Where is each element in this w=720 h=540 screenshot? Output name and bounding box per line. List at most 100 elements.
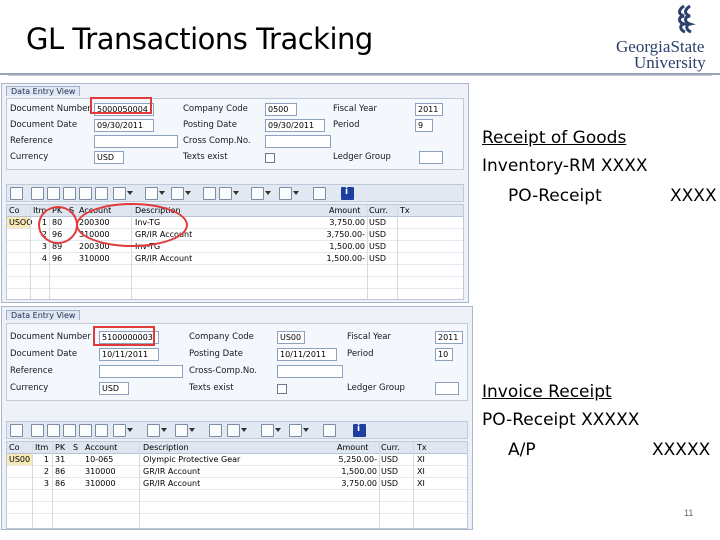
select-all-icon[interactable] [31,424,44,437]
col-co[interactable]: Co [9,442,19,453]
sum-dropdown-icon[interactable] [161,428,167,432]
col-itm[interactable]: Itm [35,442,48,453]
cross-comp-field[interactable] [265,135,331,148]
receipt-goods-heading: Receipt of Goods [482,128,627,148]
sort-ascending-icon[interactable] [79,187,92,200]
period-field[interactable]: 9 [415,119,433,132]
document-date-field[interactable]: 09/30/2011 [94,119,154,132]
col-curr[interactable]: Curr. [369,205,388,216]
col-divider [413,442,414,528]
find-icon[interactable] [63,187,76,200]
document-date-field[interactable]: 10/11/2011 [99,348,159,361]
display-dropdown-icon[interactable] [241,428,247,432]
layout-icon[interactable] [279,187,292,200]
currency-field[interactable]: USD [94,151,124,164]
texts-exist-checkbox[interactable] [265,153,275,163]
table-row[interactable]: US00 1 31 10-065 Olympic Protective Gear… [7,454,467,466]
fiscal-year-field[interactable]: 2011 [435,331,463,344]
info-icon[interactable] [353,424,366,437]
ledger-group-field[interactable] [435,382,459,395]
export-icon[interactable] [261,424,274,437]
reference-label: Reference [10,136,53,146]
export-dropdown-icon[interactable] [275,428,281,432]
graphic-icon[interactable] [313,187,326,200]
cell-curr: USD [369,230,387,239]
sum-icon[interactable] [147,424,160,437]
cross-comp-field[interactable] [277,365,343,378]
export-dropdown-icon[interactable] [265,191,271,195]
deselect-all-icon[interactable] [47,187,60,200]
sort-ascending-icon[interactable] [79,424,92,437]
select-all-icon[interactable] [31,187,44,200]
details-icon[interactable] [10,424,23,437]
display-icon[interactable] [219,187,232,200]
posting-date-field[interactable]: 10/11/2011 [277,348,337,361]
cell-curr: USD [381,455,399,464]
reference-field[interactable] [94,135,178,148]
subtotal-icon[interactable] [175,424,188,437]
graphic-icon[interactable] [323,424,336,437]
company-code-field[interactable]: 0500 [265,103,297,116]
col-description[interactable]: Description [143,442,189,453]
col-tx[interactable]: Tx [400,205,410,216]
page-number: 11 [684,508,694,518]
col-co[interactable]: Co [9,205,19,216]
table-row[interactable]: 3 86 310000 GR/IR Account 3,750.00 USD X… [7,478,467,490]
table-row[interactable]: 4 96 310000 GR/IR Account 1,500.00- USD [7,253,463,265]
posting-date-field[interactable]: 09/30/2011 [265,119,325,132]
filter-icon[interactable] [113,424,126,437]
filter-dropdown-icon[interactable] [127,191,133,195]
print-icon[interactable] [203,187,216,200]
layout-icon[interactable] [289,424,302,437]
deselect-all-icon[interactable] [47,424,60,437]
reference-field[interactable] [99,365,183,378]
fiscal-year-field[interactable]: 2011 [415,103,443,116]
find-icon[interactable] [63,424,76,437]
col-s[interactable]: S [73,442,78,453]
ledger-group-field[interactable] [419,151,443,164]
cross-comp-label: Cross Comp.No. [183,136,251,146]
table-row-empty [7,502,467,514]
data-entry-view-tab[interactable]: Data Entry View [6,86,81,97]
sort-descending-icon[interactable] [95,424,108,437]
subtotal-dropdown-icon[interactable] [189,428,195,432]
col-pk[interactable]: PK [55,442,65,453]
col-amount[interactable]: Amount [337,442,368,453]
period-field[interactable]: 10 [435,348,453,361]
col-divider [397,205,398,299]
subtotal-icon[interactable] [171,187,184,200]
filter-dropdown-icon[interactable] [127,428,133,432]
cell-co: USOO [7,217,33,228]
info-icon[interactable] [341,187,354,200]
sum-dropdown-icon[interactable] [159,191,165,195]
col-account[interactable]: Account [85,442,117,453]
currency-field[interactable]: USD [99,382,129,395]
cell-amount: 1,500.00 [329,242,365,251]
cell-tx: XI [417,479,425,488]
subtotal-dropdown-icon[interactable] [185,191,191,195]
data-entry-view-tab[interactable]: Data Entry View [6,310,81,321]
export-icon[interactable] [251,187,264,200]
details-icon[interactable] [10,187,23,200]
table-row[interactable]: 3 89 200300 Inv-TG 1,500.00 USD [7,241,463,253]
layout-dropdown-icon[interactable] [293,191,299,195]
col-amount[interactable]: Amount [329,205,360,216]
invoice-receipt-heading: Invoice Receipt [482,382,612,402]
print-icon[interactable] [209,424,222,437]
cell-amount: 5,250.00- [338,455,377,464]
display-icon[interactable] [227,424,240,437]
layout-dropdown-icon[interactable] [303,428,309,432]
filter-icon[interactable] [113,187,126,200]
document-number-label: Document Number [10,104,91,114]
flame-icon [678,4,696,34]
company-code-field[interactable]: US00 [277,331,305,344]
sum-icon[interactable] [145,187,158,200]
display-dropdown-icon[interactable] [233,191,239,195]
sort-descending-icon[interactable] [95,187,108,200]
texts-exist-checkbox[interactable] [277,384,287,394]
cell-itm: 4 [41,254,47,263]
col-tx[interactable]: Tx [417,442,427,453]
cell-itm: 1 [43,455,49,464]
table-row[interactable]: 2 86 310000 GR/IR Account 1,500.00 USD X… [7,466,467,478]
col-curr[interactable]: Curr. [381,442,400,453]
